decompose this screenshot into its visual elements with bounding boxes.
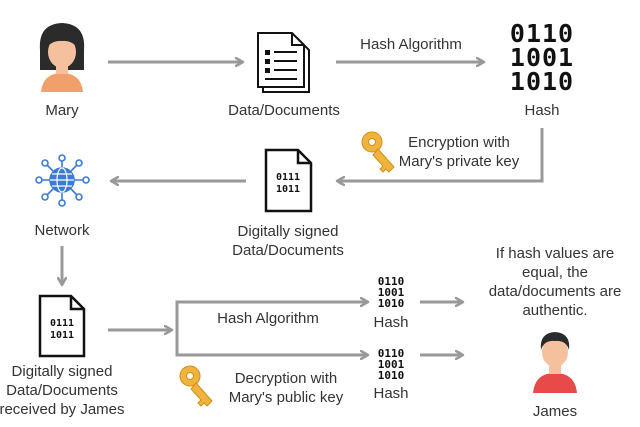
authenticity-note: If hash values are equal, the data/docum… xyxy=(488,245,622,319)
data-documents-label: Data/Documents xyxy=(228,102,340,119)
hash-bits-top-icon: 0110 1001 1010 xyxy=(509,19,575,96)
hash-top-label: Hash xyxy=(524,102,560,119)
received-document-bits: 0111 1011 xyxy=(49,318,75,341)
documents-icon xyxy=(257,32,310,93)
public-key-icon xyxy=(179,365,213,407)
james-label: James xyxy=(532,403,578,420)
hash-b-label: Hash xyxy=(373,385,409,402)
signed-documents-label: Digitally signed Data/Documents xyxy=(232,223,344,259)
encryption-label: Encryption with Mary's private key xyxy=(398,134,520,170)
mary-label: Mary xyxy=(45,102,79,119)
hash-algorithm-top-label: Hash Algorithm xyxy=(360,36,462,53)
received-documents-label: Digitally signed Data/Documents received… xyxy=(0,363,125,418)
hash-bits-b-icon: 0110 1001 1010 xyxy=(377,347,405,382)
diagram-canvas: 0110 1001 1010 0111 1011 0111 1011 0110 … xyxy=(0,0,640,427)
hash-a-label: Hash xyxy=(373,314,409,331)
decryption-label: Decryption with Mary's public key xyxy=(228,370,344,406)
signed-document-bits: 0111 1011 xyxy=(275,172,301,195)
hash-bits-a-icon: 0110 1001 1010 xyxy=(377,275,405,310)
hash-algorithm-bottom-label: Hash Algorithm xyxy=(217,310,319,327)
network-globe-icon xyxy=(35,154,90,207)
james-avatar-icon xyxy=(533,332,577,393)
network-label: Network xyxy=(34,222,90,239)
mary-avatar-icon xyxy=(39,23,85,92)
